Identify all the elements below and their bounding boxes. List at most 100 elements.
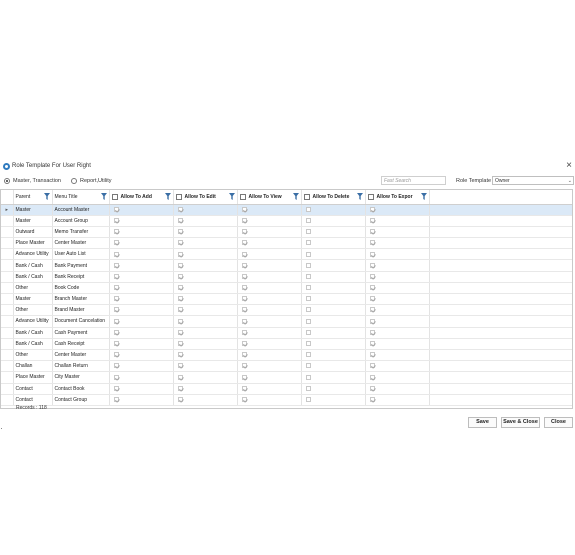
allow-add-checkbox[interactable]	[113, 374, 119, 380]
row-indicator[interactable]	[1, 383, 14, 395]
allow-edit-checkbox[interactable]	[177, 396, 183, 402]
allow-delete-checkbox[interactable]	[305, 329, 311, 335]
allow-delete-checkbox[interactable]	[305, 341, 311, 347]
allow-add-checkbox[interactable]	[113, 329, 119, 335]
allow-export-checkbox[interactable]	[369, 307, 375, 313]
allow-view-checkbox[interactable]	[241, 396, 247, 402]
row-indicator[interactable]	[1, 226, 14, 239]
allow-delete-checkbox[interactable]	[305, 206, 311, 212]
radio-master-transaction[interactable]: Master, Transaction	[4, 178, 61, 184]
allow-export-checkbox[interactable]	[369, 341, 375, 347]
allow-add-checkbox[interactable]	[113, 363, 119, 369]
allow-add-checkbox[interactable]	[113, 285, 119, 291]
allow-export-checkbox[interactable]	[369, 352, 375, 358]
allow-view-checkbox[interactable]	[241, 341, 247, 347]
radio-report-utility[interactable]: Report,Utility	[71, 178, 111, 184]
table-row[interactable]: Master Account Group	[1, 215, 572, 227]
select-all-view-checkbox[interactable]	[239, 193, 246, 200]
allow-edit-checkbox[interactable]	[177, 385, 183, 391]
allow-edit-checkbox[interactable]	[177, 251, 183, 257]
select-all-delete-checkbox[interactable]	[303, 193, 310, 200]
allow-delete-checkbox[interactable]	[305, 251, 311, 257]
table-row[interactable]: Master Branch Master	[1, 293, 572, 306]
select-all-edit-checkbox[interactable]	[175, 193, 182, 200]
row-indicator[interactable]	[1, 315, 14, 328]
filter-icon[interactable]	[292, 193, 299, 200]
col-allow-add[interactable]: Allow To Add	[109, 190, 174, 205]
allow-delete-checkbox[interactable]	[305, 262, 311, 268]
row-indicator[interactable]	[1, 215, 14, 227]
table-row[interactable]: ▸ Master Account Master	[1, 204, 572, 216]
filter-icon[interactable]	[420, 193, 427, 200]
allow-edit-checkbox[interactable]	[177, 352, 183, 358]
allow-view-checkbox[interactable]	[241, 262, 247, 268]
save-close-button[interactable]: Save & Close	[501, 417, 540, 428]
allow-delete-checkbox[interactable]	[305, 229, 311, 235]
allow-edit-checkbox[interactable]	[177, 296, 183, 302]
allow-delete-checkbox[interactable]	[305, 396, 311, 402]
allow-delete-checkbox[interactable]	[305, 318, 311, 324]
allow-view-checkbox[interactable]	[241, 251, 247, 257]
allow-edit-checkbox[interactable]	[177, 318, 183, 324]
table-row[interactable]: Advance Utility User Auto List	[1, 248, 572, 261]
table-row[interactable]: Other Brand Master	[1, 304, 572, 317]
table-row[interactable]: Challan Challan Return	[1, 360, 572, 373]
allow-export-checkbox[interactable]	[369, 229, 375, 235]
table-row[interactable]: Outward Memo Transfer	[1, 226, 572, 239]
allow-delete-checkbox[interactable]	[305, 374, 311, 380]
allow-export-checkbox[interactable]	[369, 206, 375, 212]
allow-edit-checkbox[interactable]	[177, 273, 183, 279]
allow-edit-checkbox[interactable]	[177, 307, 183, 313]
allow-export-checkbox[interactable]	[369, 329, 375, 335]
allow-edit-checkbox[interactable]	[177, 240, 183, 246]
row-indicator[interactable]	[1, 327, 14, 339]
allow-add-checkbox[interactable]	[113, 318, 119, 324]
allow-view-checkbox[interactable]	[241, 217, 247, 223]
allow-export-checkbox[interactable]	[369, 385, 375, 391]
allow-view-checkbox[interactable]	[241, 273, 247, 279]
allow-view-checkbox[interactable]	[241, 296, 247, 302]
allow-view-checkbox[interactable]	[241, 363, 247, 369]
allow-delete-checkbox[interactable]	[305, 296, 311, 302]
allow-view-checkbox[interactable]	[241, 318, 247, 324]
col-allow-delete[interactable]: Allow To Delete	[301, 190, 366, 205]
table-row[interactable]: Contact Contact Book	[1, 383, 572, 395]
allow-add-checkbox[interactable]	[113, 341, 119, 347]
allow-view-checkbox[interactable]	[241, 307, 247, 313]
allow-view-checkbox[interactable]	[241, 285, 247, 291]
table-row[interactable]: Bank / Cash Cash Payment	[1, 327, 572, 339]
allow-add-checkbox[interactable]	[113, 206, 119, 212]
row-indicator[interactable]: ▸	[1, 204, 14, 216]
table-row[interactable]: Bank / Cash Bank Receipt	[1, 271, 572, 283]
allow-delete-checkbox[interactable]	[305, 240, 311, 246]
close-icon[interactable]: ×	[566, 160, 572, 172]
allow-add-checkbox[interactable]	[113, 251, 119, 257]
table-row[interactable]: Other Book Code	[1, 282, 572, 295]
filter-icon[interactable]	[228, 193, 235, 200]
allow-add-checkbox[interactable]	[113, 273, 119, 279]
allow-delete-checkbox[interactable]	[305, 352, 311, 358]
allow-edit-checkbox[interactable]	[177, 341, 183, 347]
allow-add-checkbox[interactable]	[113, 240, 119, 246]
col-menu-title[interactable]: Menu Title	[52, 190, 110, 205]
row-indicator[interactable]	[1, 338, 14, 350]
filter-icon[interactable]	[356, 193, 363, 200]
table-row[interactable]: Place Master City Master	[1, 371, 572, 384]
allow-view-checkbox[interactable]	[241, 385, 247, 391]
allow-view-checkbox[interactable]	[241, 240, 247, 246]
allow-edit-checkbox[interactable]	[177, 363, 183, 369]
allow-export-checkbox[interactable]	[369, 318, 375, 324]
allow-export-checkbox[interactable]	[369, 285, 375, 291]
allow-export-checkbox[interactable]	[369, 396, 375, 402]
allow-export-checkbox[interactable]	[369, 262, 375, 268]
filter-icon[interactable]	[43, 193, 50, 200]
allow-add-checkbox[interactable]	[113, 296, 119, 302]
allow-export-checkbox[interactable]	[369, 363, 375, 369]
table-row[interactable]: Bank / Cash Cash Receipt	[1, 338, 572, 350]
row-indicator[interactable]	[1, 371, 14, 384]
col-allow-view[interactable]: Allow To View	[237, 190, 302, 205]
close-button[interactable]: Close	[544, 417, 573, 428]
allow-edit-checkbox[interactable]	[177, 285, 183, 291]
select-all-export-checkbox[interactable]	[367, 193, 374, 200]
allow-view-checkbox[interactable]	[241, 352, 247, 358]
